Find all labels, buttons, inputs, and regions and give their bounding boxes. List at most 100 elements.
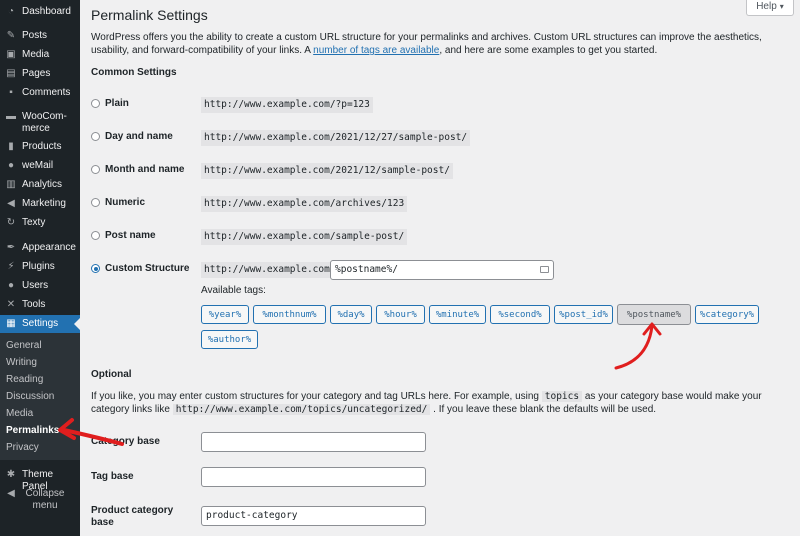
tag-button-postname[interactable]: %postname% (617, 304, 691, 325)
option-custom-structure[interactable]: Custom Structure (91, 263, 189, 274)
option-plain[interactable]: Plain (91, 98, 129, 109)
submenu-item-writing[interactable]: Writing (6, 357, 37, 369)
tag-base-input[interactable] (201, 467, 426, 487)
sidebar-item-label: Posts (22, 30, 48, 41)
submenu-item-media[interactable]: Media (6, 408, 33, 420)
sidebar-item-posts[interactable]: ✎ Posts (0, 30, 80, 42)
sidebar-item-label: Texty (22, 217, 46, 228)
option-label: Custom Structure (105, 263, 190, 274)
custom-structure-prefix: http://www.example.com (201, 262, 333, 278)
sidebar-item-settings[interactable]: ▦ Settings (0, 315, 80, 333)
page-title: Permalink Settings (91, 7, 208, 23)
tags-available-link[interactable]: number of tags are available (313, 45, 439, 56)
settings-icon: ▦ (6, 318, 16, 329)
radio-post-name[interactable] (91, 231, 100, 240)
sidebar-item-label: Plugins (22, 261, 55, 272)
submenu-item-general[interactable]: General (6, 340, 42, 352)
tag-button-day[interactable]: %day% (330, 305, 372, 324)
settings-submenu: General Writing Reading Discussion Media… (0, 333, 80, 460)
sidebar-item-label: Appearance (22, 242, 76, 253)
option-label: Plain (105, 98, 129, 109)
option-numeric[interactable]: Numeric (91, 197, 145, 208)
woocommerce-icon: ▬ (6, 111, 16, 122)
option-label: Day and name (105, 131, 173, 142)
help-label: Help (756, 1, 777, 12)
common-settings-heading: Common Settings (91, 67, 177, 78)
option-post-name[interactable]: Post name (91, 230, 156, 241)
example-url: http://www.example.com/sample-post/ (201, 229, 408, 245)
tag-button-monthnum[interactable]: %monthnum% (253, 305, 326, 324)
submenu-item-discussion[interactable]: Discussion (6, 391, 54, 403)
submenu-item-privacy[interactable]: Privacy (6, 442, 39, 454)
tag-button-category[interactable]: %category% (695, 305, 759, 324)
keyboard-icon (540, 266, 549, 273)
sidebar-item-tools[interactable]: ✕ Tools (0, 299, 80, 311)
example-url: http://www.example.com/?p=123 (201, 97, 373, 113)
sidebar-item-label: Pages (22, 68, 51, 79)
custom-structure-input[interactable]: %postname%/ (330, 260, 554, 280)
intro-text: WordPress offers you the ability to crea… (91, 31, 791, 57)
sidebar-item-label: Analytics (22, 179, 63, 190)
sidebar-item-label: Settings (22, 318, 59, 329)
sidebar-item-dashboard[interactable]: ◔ Dashboard (0, 6, 80, 18)
submenu-item-reading[interactable]: Reading (6, 374, 43, 386)
sidebar-item-wemail[interactable]: ● weMail (0, 160, 80, 172)
sidebar-item-texty[interactable]: ↻ Texty (0, 217, 80, 229)
example-url: http://www.example.com/2021/12/sample-po… (201, 163, 453, 179)
wrench-icon: ✕ (6, 299, 16, 310)
admin-sidebar: ◔ Dashboard ✎ Posts ▣ Media ▤ Pages ▪ Comment… (0, 0, 80, 536)
sidebar-item-pages[interactable]: ▤ Pages (0, 68, 80, 80)
tag-button-second[interactable]: %second% (490, 305, 550, 324)
category-base-input[interactable] (201, 432, 426, 452)
label-line-1: Product category (91, 505, 174, 516)
category-base-label: Category base (91, 436, 160, 447)
sidebar-item-users[interactable]: ● Users (0, 280, 80, 292)
option-label: Month and name (105, 164, 185, 175)
option-day-and-name[interactable]: Day and name (91, 131, 173, 142)
users-icon: ● (7, 280, 15, 291)
sidebar-item-analytics[interactable]: ▥ Analytics (0, 179, 80, 191)
tag-button-author[interactable]: %author% (201, 330, 258, 349)
sidebar-item-label: Comments (22, 87, 71, 98)
tag-base-label: Tag base (91, 471, 134, 482)
annotation-arrow-postname (614, 322, 662, 370)
radio-custom-structure[interactable] (91, 264, 100, 273)
radio-numeric[interactable] (91, 198, 100, 207)
submenu-item-permalinks[interactable]: Permalinks (6, 425, 59, 437)
collapse-label: Collapse (25, 488, 65, 499)
collapse-menu-button[interactable]: ◀ Collapse menu (0, 488, 80, 512)
radio-plain[interactable] (91, 99, 100, 108)
chevron-down-icon: ▾ (779, 2, 784, 11)
sidebar-item-label: WooCom- (22, 111, 67, 122)
sidebar-item-plugins[interactable]: ⚡ Plugins (0, 261, 80, 273)
sidebar-item-label: Media (22, 49, 50, 60)
radio-month-and-name[interactable] (91, 165, 100, 174)
product-category-base-input[interactable]: product-category (201, 506, 426, 526)
label-line-2: base (91, 517, 114, 528)
media-icon: ▣ (6, 49, 16, 60)
collapse-icon: ◀ (7, 488, 15, 499)
sidebar-item-products[interactable]: ▮ Products (0, 141, 80, 153)
active-menu-arrow (74, 318, 80, 330)
plugin-icon: ⚡ (7, 261, 15, 272)
sidebar-item-marketing[interactable]: ◀ Marketing (0, 198, 80, 210)
tag-button-post-id[interactable]: %post_id% (554, 305, 613, 324)
example-url: http://www.example.com/archives/123 (201, 196, 408, 212)
help-tab-button[interactable]: Help ▾ (746, 0, 794, 16)
tag-button-hour[interactable]: %hour% (376, 305, 425, 324)
tag-button-minute[interactable]: %minute% (429, 305, 486, 324)
pin-icon: ✎ (6, 30, 16, 41)
option-month-and-name[interactable]: Month and name (91, 164, 184, 175)
brush-icon: ✒ (6, 242, 16, 253)
sidebar-item-label: Marketing (22, 198, 66, 209)
sidebar-item-woocommerce[interactable]: ▬ WooCom-merce (0, 111, 80, 135)
tag-button-year[interactable]: %year% (201, 305, 249, 324)
sidebar-item-appearance[interactable]: ✒ Appearance (0, 242, 80, 254)
theme-panel-icon: ✱ (6, 469, 16, 480)
sidebar-item-media[interactable]: ▣ Media (0, 49, 80, 61)
collapse-label-2: menu (32, 500, 58, 511)
available-tags-label: Available tags: (201, 285, 266, 296)
description-part: If you like, you may enter custom struct… (91, 391, 542, 402)
radio-day-and-name[interactable] (91, 132, 100, 141)
sidebar-item-comments[interactable]: ▪ Comments (0, 87, 80, 99)
